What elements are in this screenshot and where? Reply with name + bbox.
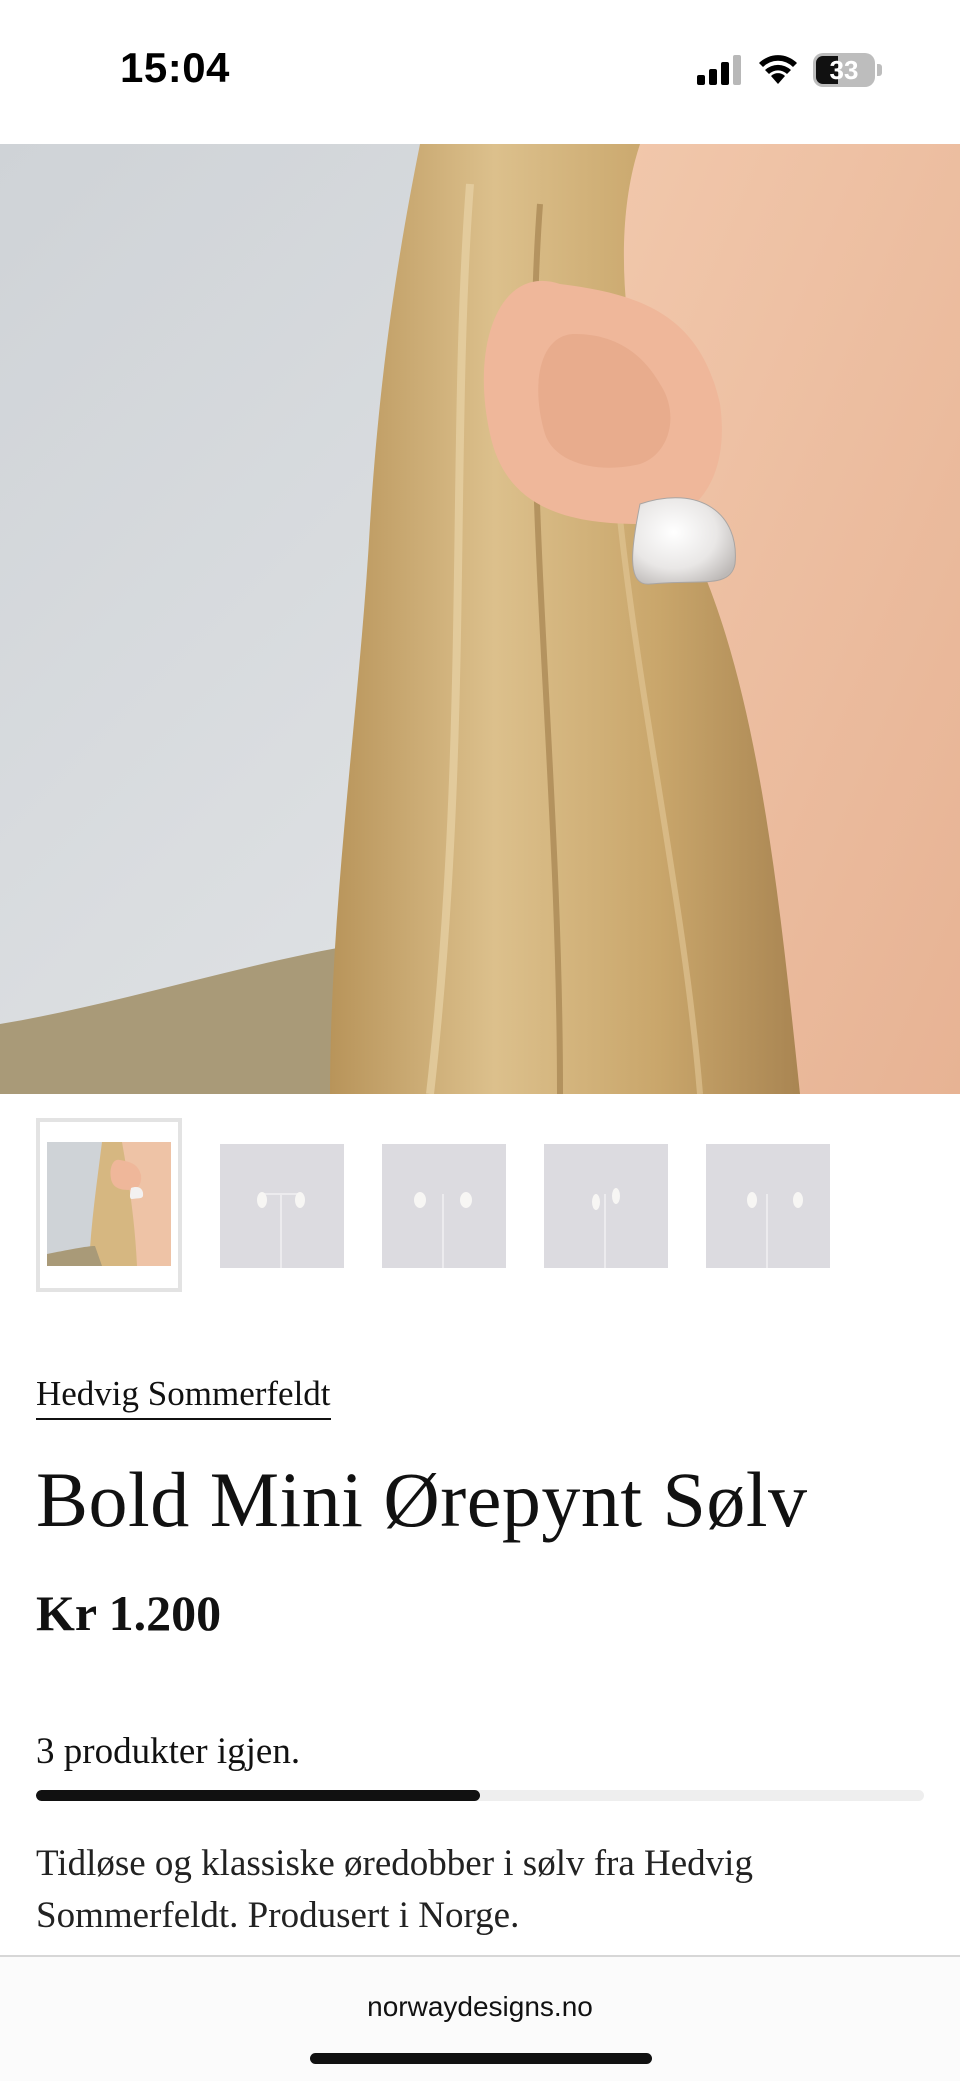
stock-progress-fill — [36, 1790, 480, 1801]
home-indicator[interactable] — [310, 2053, 652, 2064]
thumbnail-earring-stand-3[interactable] — [544, 1144, 668, 1268]
thumbnail-earring-stand-4[interactable] — [706, 1144, 830, 1268]
battery-level: 33 — [829, 55, 859, 85]
product-description: Tidløse og klassiske øredobber i sølv fr… — [36, 1843, 753, 1936]
brand-link[interactable]: Hedvig Sommerfeldt — [36, 1374, 331, 1420]
battery-tip — [877, 64, 882, 76]
thumbnail-strip — [36, 1118, 830, 1292]
signal-icon — [697, 55, 741, 85]
stock-progress-bar — [36, 1790, 924, 1801]
product-title: Bold Mini Ørepynt Sølv — [36, 1456, 808, 1543]
status-icons: 33 — [697, 52, 882, 88]
product-price: Kr 1.200 — [36, 1585, 222, 1641]
status-time: 15:04 — [120, 44, 230, 91]
product-main-image[interactable] — [0, 144, 960, 1094]
thumbnail-earring-stand-2[interactable] — [382, 1144, 506, 1268]
browser-bottom-bar: norwaydesigns.no — [0, 1955, 960, 2081]
status-bar: 15:04 33 — [0, 0, 960, 144]
stock-remaining-text: 3 produkter igjen. — [36, 1731, 301, 1772]
wifi-icon — [759, 55, 797, 84]
thumbnail-model[interactable] — [36, 1118, 182, 1292]
battery-icon: 33 — [813, 53, 875, 87]
thumbnail-earring-stand-1[interactable] — [220, 1144, 344, 1268]
address-bar-url[interactable]: norwaydesigns.no — [0, 1991, 960, 2023]
